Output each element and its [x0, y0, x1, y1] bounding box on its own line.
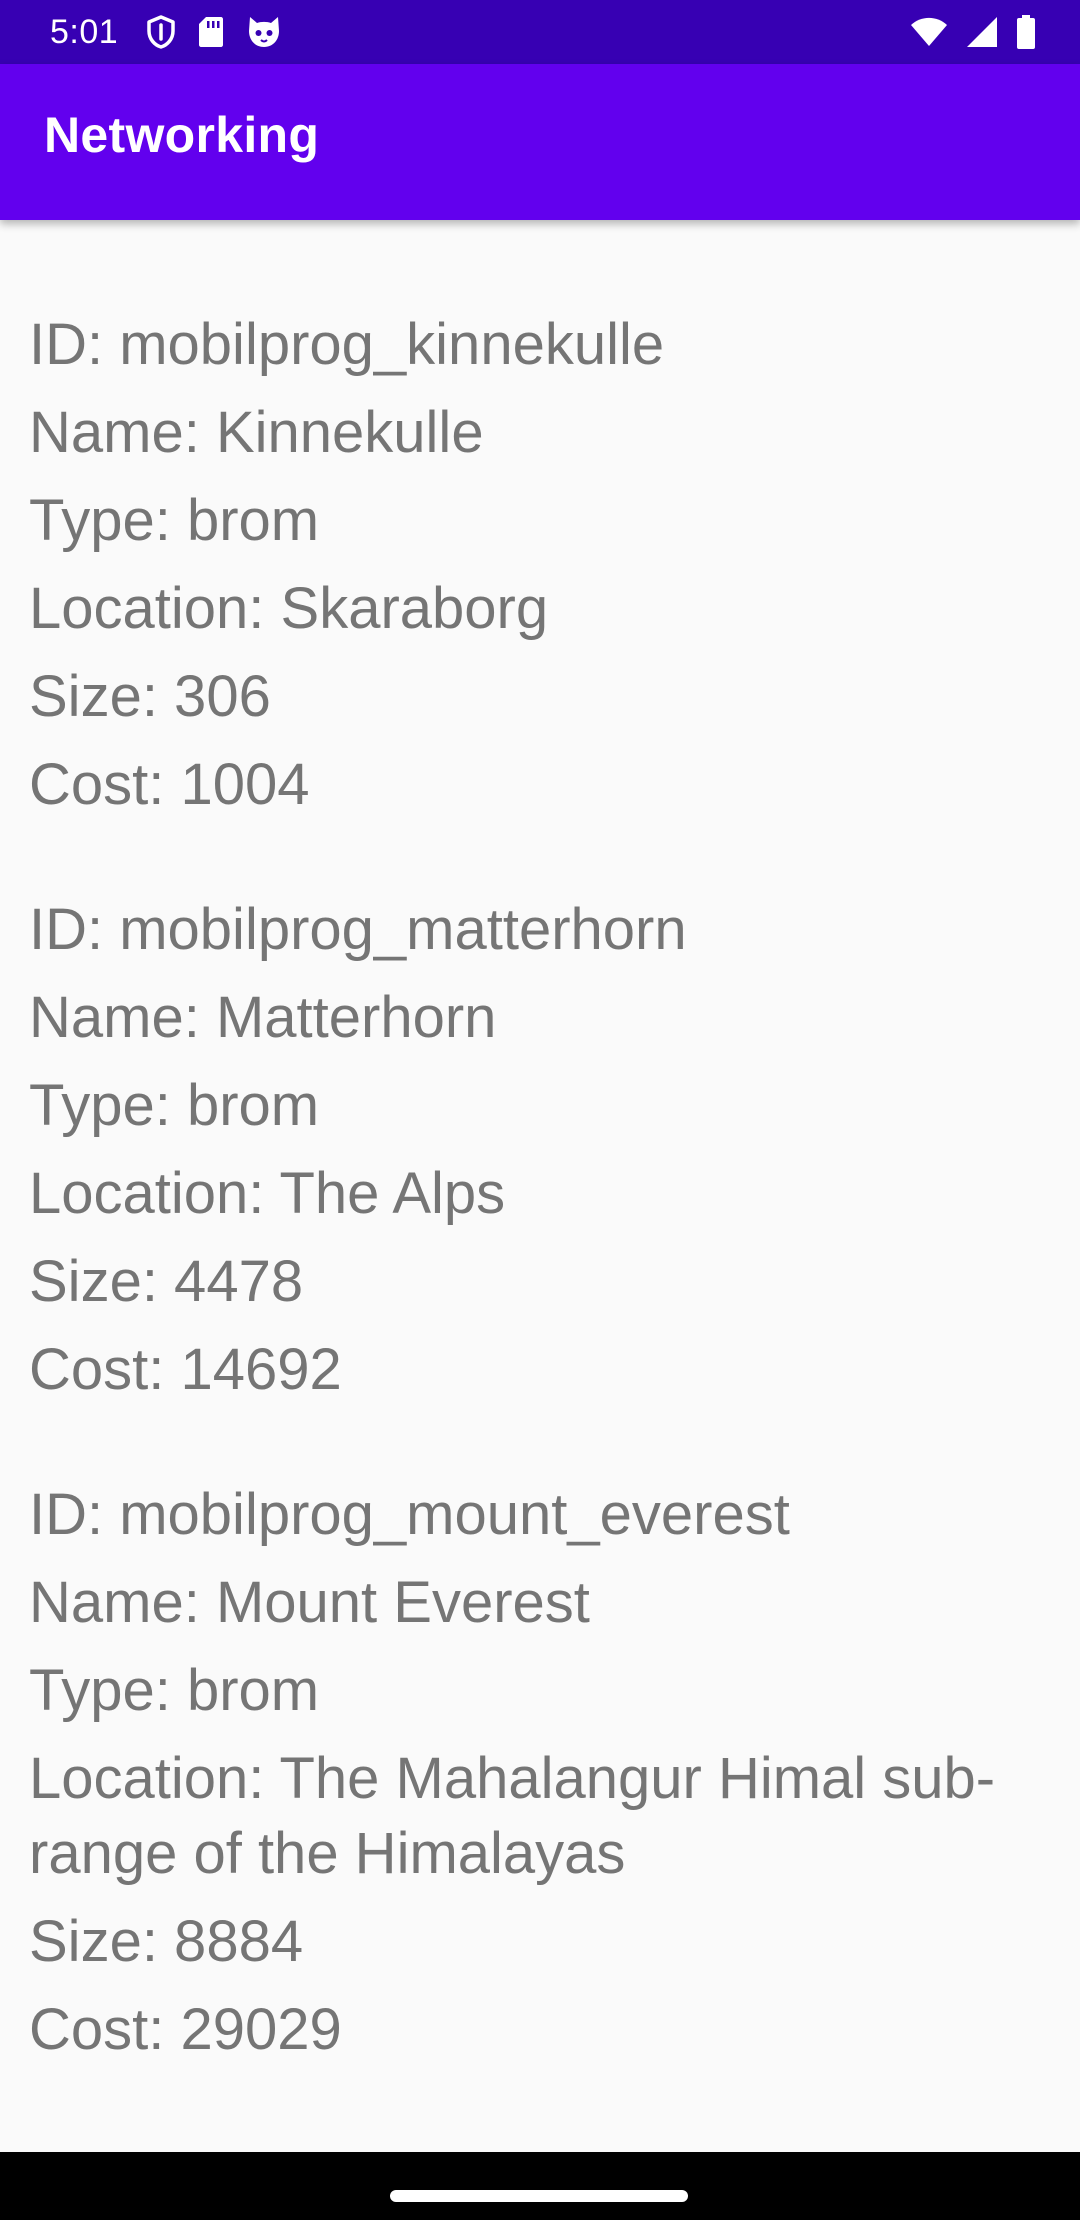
item-size: Size: 306: [29, 664, 271, 729]
item-location: Location: The Alps: [29, 1161, 506, 1226]
cat-face-icon: [246, 15, 282, 49]
app-title: Networking: [44, 107, 320, 163]
item-cost: Cost: 1004: [29, 752, 310, 817]
mountain-list-scroll-area[interactable]: Cost: 28251 ID: mobilprog_kinnekulle Nam…: [0, 220, 1080, 2152]
home-gesture-handle[interactable]: [390, 2190, 688, 2202]
battery-icon: [1016, 15, 1036, 49]
status-notification-icons: [146, 15, 282, 49]
list-item[interactable]: Cost: 28251: [29, 220, 1039, 244]
item-type: Type: brom: [29, 1658, 320, 1723]
item-type: Type: brom: [29, 488, 320, 553]
status-system-icons: [910, 15, 1036, 49]
item-size: Size: 8884: [29, 1909, 304, 1974]
item-cost: Cost: 28251: [29, 220, 1039, 244]
status-bar: 5:01: [0, 0, 1080, 64]
shield-icon: [146, 15, 176, 49]
item-cost: Cost: 29029: [29, 1997, 342, 2062]
item-type: Type: brom: [29, 1073, 320, 1138]
item-id: ID: mobilprog_mount_everest: [29, 1482, 790, 1547]
list-item[interactable]: ID: mobilprog_kinnekulle Name: Kinnekull…: [29, 301, 1039, 829]
item-size: Size: 4478: [29, 1249, 304, 1314]
item-cost: Cost: 14692: [29, 1337, 342, 1402]
wifi-icon: [910, 17, 948, 47]
item-location: Location: Skaraborg: [29, 576, 549, 641]
item-id: ID: mobilprog_kinnekulle: [29, 312, 665, 377]
sd-card-icon: [198, 16, 224, 48]
list-item[interactable]: ID: mobilprog_matterhorn Name: Matterhor…: [29, 886, 1039, 1414]
list-item[interactable]: ID: mobilprog_mount_everest Name: Mount …: [29, 1471, 1039, 2074]
cellular-signal-icon: [966, 16, 998, 48]
item-id: ID: mobilprog_matterhorn: [29, 897, 687, 962]
app-toolbar: Networking: [0, 64, 1080, 220]
item-name: Name: Matterhorn: [29, 985, 497, 1050]
navigation-bar: [0, 2152, 1080, 2220]
mountain-list: Cost: 28251 ID: mobilprog_kinnekulle Nam…: [29, 220, 1039, 2131]
item-name: Name: Mount Everest: [29, 1570, 590, 1635]
item-location: Location: The Mahalangur Himal sub-range…: [29, 1746, 996, 1886]
status-time: 5:01: [50, 12, 119, 51]
item-name: Name: Kinnekulle: [29, 400, 484, 465]
